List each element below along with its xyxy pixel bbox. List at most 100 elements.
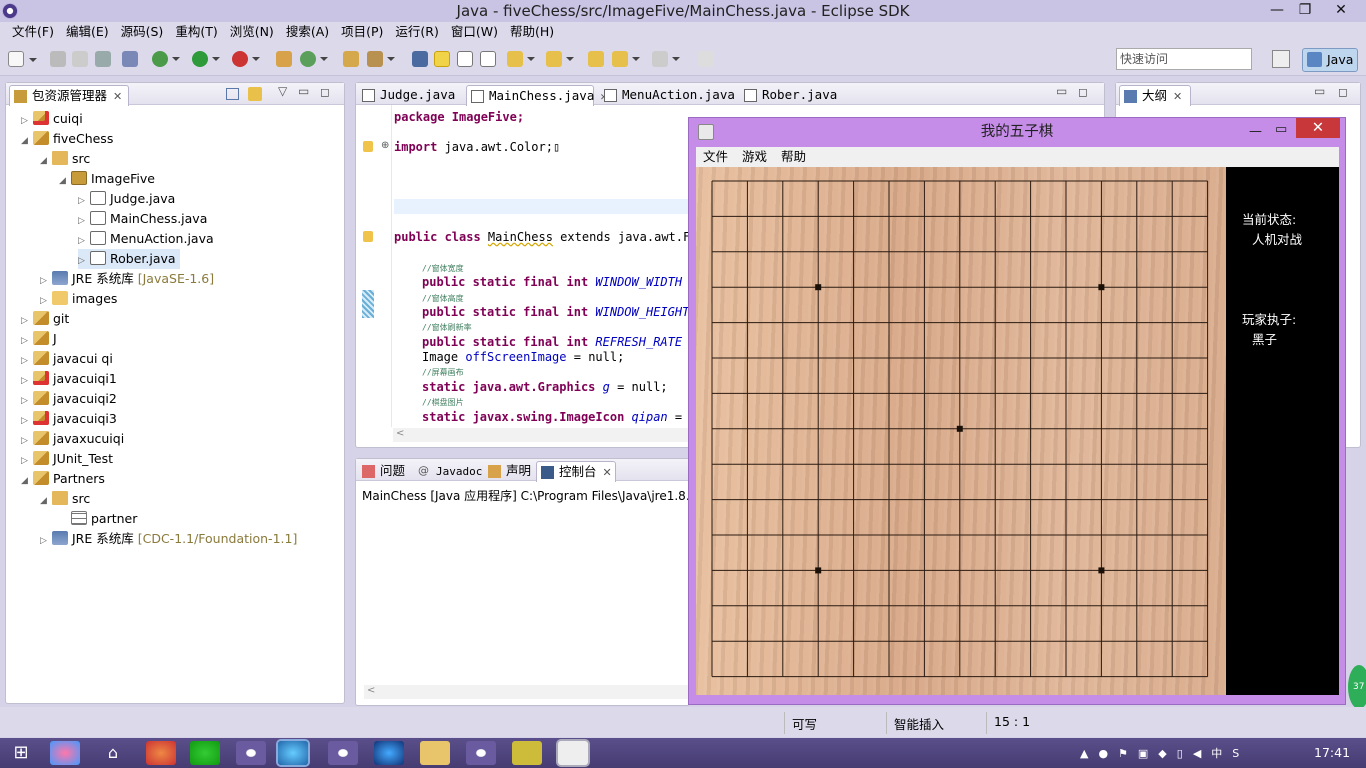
tree-item[interactable]: ▷ Rober.java <box>78 249 180 269</box>
mark-occurrences-icon[interactable] <box>434 51 450 67</box>
collapsed-arrow-icon[interactable]: ▷ <box>78 231 90 251</box>
tree-item[interactable]: ▷ javacui qi <box>21 349 113 369</box>
new-icon[interactable] <box>8 51 37 67</box>
tab-outline[interactable]: 大纲 ✕ <box>1119 85 1191 106</box>
tree-item[interactable]: ▷ git <box>21 309 69 329</box>
collapsed-arrow-icon[interactable]: ▷ <box>40 271 52 291</box>
collapsed-arrow-icon[interactable]: ▷ <box>78 191 90 211</box>
gomoku-menu-help[interactable]: 帮助 <box>774 147 813 167</box>
tab-rober-java[interactable]: Rober.java <box>740 85 850 106</box>
collapsed-arrow-icon[interactable]: ▷ <box>40 531 52 551</box>
tab-declaration[interactable]: 声明 <box>484 461 532 482</box>
minimize-button[interactable]: — <box>1262 0 1292 20</box>
new-java-project-icon[interactable] <box>276 51 292 67</box>
eclipse-task-icon-3[interactable] <box>466 741 496 765</box>
close-button[interactable]: ✕ <box>1318 0 1364 20</box>
minimize-view-icon[interactable]: ▭ <box>1314 84 1325 98</box>
new-class-icon[interactable] <box>300 51 328 67</box>
quick-access-input[interactable]: 快速访问 <box>1116 48 1252 70</box>
save-icon[interactable] <box>50 51 66 67</box>
collapsed-arrow-icon[interactable]: ▷ <box>21 111 33 131</box>
last-edit-icon[interactable] <box>588 51 604 67</box>
tab-package-explorer[interactable]: 包资源管理器 ✕ <box>9 85 129 106</box>
menu-source[interactable]: 源码(S) <box>115 22 170 42</box>
tree-item[interactable]: ▷ images <box>40 289 117 309</box>
collapsed-arrow-icon[interactable]: ▷ <box>21 411 33 431</box>
expanded-arrow-icon[interactable]: ◢ <box>40 491 52 511</box>
tree-item[interactable]: ▷ javacuiqi2 <box>21 389 117 409</box>
console-h-scrollbar[interactable]: < <box>364 685 688 699</box>
tree-item[interactable]: ◢ Partners <box>21 469 105 489</box>
collapsed-arrow-icon[interactable]: ▷ <box>21 371 33 391</box>
collapsed-arrow-icon[interactable]: ▷ <box>21 351 33 371</box>
tree-item[interactable]: ▷ JUnit_Test <box>21 449 113 469</box>
tree-item[interactable]: ▷ J <box>21 329 57 349</box>
maximize-view-icon[interactable]: ◻ <box>1078 85 1088 99</box>
tree-item[interactable]: ◢ ImageFive <box>59 169 155 189</box>
menu-file[interactable]: 文件(F) <box>6 22 60 42</box>
tree-item[interactable]: ◢ src <box>40 489 90 509</box>
collapsed-arrow-icon[interactable]: ▷ <box>21 331 33 351</box>
gomoku-maximize-button[interactable]: ▭ <box>1275 116 1287 144</box>
collapsed-arrow-icon[interactable]: ▷ <box>78 211 90 231</box>
tree-item[interactable]: ▷ JRE 系统库 [JavaSE-1.6] <box>40 269 214 289</box>
close-icon[interactable]: ✕ <box>603 466 612 479</box>
collapsed-arrow-icon[interactable]: ▷ <box>78 251 90 271</box>
menu-navigate[interactable]: 浏览(N) <box>224 22 280 42</box>
tab-problems[interactable]: 问题 <box>358 461 410 482</box>
java-app-task-icon[interactable] <box>558 741 588 765</box>
gomoku-board[interactable] <box>696 167 1226 695</box>
tree-item[interactable]: ▷ Judge.java <box>78 189 175 209</box>
tree-item[interactable]: ▷ cuiqi <box>21 109 83 129</box>
expanded-arrow-icon[interactable]: ◢ <box>59 171 71 191</box>
collapsed-arrow-icon[interactable]: ▷ <box>21 311 33 331</box>
skip-breakpoints-icon[interactable] <box>122 51 138 67</box>
tree-item[interactable]: partner <box>59 509 137 529</box>
java-perspective-button[interactable]: Java <box>1302 48 1358 72</box>
tab-mainchess-java[interactable]: MainChess.java✕ <box>466 85 607 106</box>
file-explorer-icon[interactable] <box>420 741 450 765</box>
link-with-editor-icon[interactable] <box>248 87 262 101</box>
menu-help[interactable]: 帮助(H) <box>504 22 560 42</box>
menu-search[interactable]: 搜索(A) <box>280 22 335 42</box>
expanded-arrow-icon[interactable]: ◢ <box>40 151 52 171</box>
next-annotation-icon[interactable] <box>507 51 535 67</box>
tab-judge-java[interactable]: Judge.java <box>358 85 464 106</box>
tree-item[interactable]: ▷ javacuiqi3 <box>21 409 117 429</box>
gomoku-menu-game[interactable]: 游戏 <box>735 147 774 167</box>
taskbar-app-icon[interactable] <box>50 741 80 765</box>
ie-icon[interactable] <box>278 741 308 765</box>
tree-item[interactable]: ◢ fiveChess <box>21 129 113 149</box>
forward-icon[interactable] <box>652 51 680 67</box>
print-icon[interactable] <box>95 51 111 67</box>
view-menu-icon[interactable]: ▽ <box>278 84 287 98</box>
maximize-button[interactable]: ❐ <box>1290 0 1320 20</box>
menu-project[interactable]: 项目(P) <box>335 22 389 42</box>
back-icon[interactable] <box>612 51 640 67</box>
run-icon[interactable] <box>192 51 220 67</box>
tree-item[interactable]: ▷ MainChess.java <box>78 209 207 229</box>
tab-javadoc[interactable]: @ Javadoc <box>414 461 482 482</box>
menu-refactor[interactable]: 重构(T) <box>169 22 223 42</box>
start-button[interactable]: ⊞ <box>6 741 36 765</box>
show-whitespace-icon[interactable] <box>480 51 496 67</box>
eclipse-task-icon-2[interactable] <box>328 741 358 765</box>
network-app-icon[interactable] <box>374 741 404 765</box>
git-icon[interactable] <box>146 741 176 765</box>
maximize-view-icon[interactable]: ◻ <box>320 85 330 99</box>
tab-console[interactable]: 控制台 ✕ <box>536 461 616 482</box>
run-external-icon[interactable] <box>232 51 260 67</box>
maximize-view-icon[interactable]: ◻ <box>1338 85 1348 99</box>
gomoku-minimize-button[interactable]: — <box>1249 118 1262 146</box>
collapsed-arrow-icon[interactable]: ▷ <box>21 391 33 411</box>
expand-icon[interactable]: ⊕ <box>381 140 389 151</box>
open-type-icon[interactable] <box>343 51 359 67</box>
collapsed-arrow-icon[interactable]: ▷ <box>21 431 33 451</box>
tree-item[interactable]: ▷ JRE 系统库 [CDC-1.1/Foundation-1.1] <box>40 529 297 549</box>
gomoku-menu-file[interactable]: 文件 <box>696 147 735 167</box>
float-badge[interactable]: 37 <box>1348 665 1366 709</box>
menu-edit[interactable]: 编辑(E) <box>60 22 115 42</box>
search-icon[interactable] <box>367 51 395 67</box>
expanded-arrow-icon[interactable]: ◢ <box>21 471 33 491</box>
editor-h-scrollbar[interactable]: < <box>393 428 688 442</box>
